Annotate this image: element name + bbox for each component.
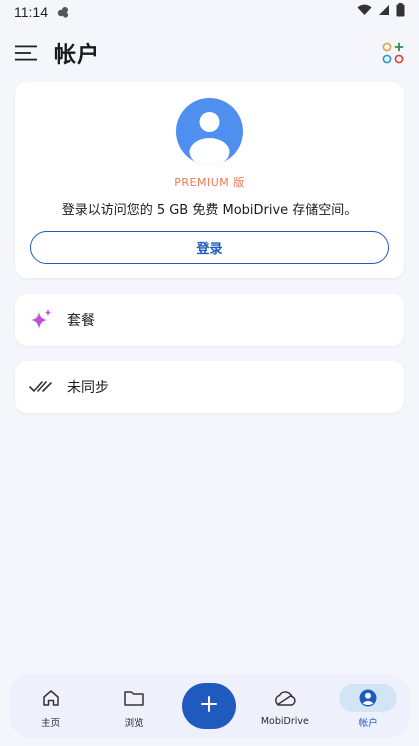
nav-home-label: 主页 <box>41 717 61 729</box>
login-button[interactable]: 登录 <box>30 231 389 264</box>
premium-label: PREMIUM 版 <box>174 176 245 189</box>
user-avatar-icon <box>176 98 243 165</box>
nav-browse[interactable]: 浏览 <box>99 678 169 734</box>
unsynced-row[interactable]: 未同步 <box>15 361 404 413</box>
login-description: 登录以访问您的 5 GB 免费 MobiDrive 存储空间。 <box>61 203 358 218</box>
account-card: PREMIUM 版 登录以访问您的 5 GB 免费 MobiDrive 存储空间… <box>15 82 404 278</box>
battery-icon <box>396 3 405 21</box>
wifi-icon <box>357 4 372 20</box>
add-button[interactable] <box>182 683 237 729</box>
nav-home[interactable]: 主页 <box>16 678 86 734</box>
app-notification-icon <box>56 5 70 19</box>
bottom-navigation: 主页 浏览 MobiDrive 帐户 <box>9 674 410 738</box>
sparkle-icon <box>29 308 53 332</box>
plans-label: 套餐 <box>67 313 95 329</box>
account-circle-icon <box>339 683 398 712</box>
nav-mobidrive-label: MobiDrive <box>260 716 309 727</box>
app-bar: 帐户 <box>0 30 419 76</box>
home-icon <box>31 684 71 712</box>
hamburger-menu-icon[interactable] <box>14 41 38 65</box>
nav-account-label: 帐户 <box>358 717 378 729</box>
plus-icon <box>199 694 219 718</box>
cloud-icon <box>265 685 305 713</box>
double-check-icon <box>29 375 53 399</box>
plans-row[interactable]: 套餐 <box>15 294 404 346</box>
apps-add-icon[interactable] <box>381 41 405 65</box>
page-title: 帐户 <box>54 43 101 68</box>
status-time: 11:14 <box>14 4 48 20</box>
status-bar: 11:14 <box>0 0 419 24</box>
signal-icon <box>378 4 390 20</box>
nav-mobidrive[interactable]: MobiDrive <box>250 678 320 734</box>
folder-icon <box>114 684 154 712</box>
nav-account[interactable]: 帐户 <box>333 678 403 734</box>
unsynced-label: 未同步 <box>67 380 109 396</box>
nav-browse-label: 浏览 <box>124 717 144 729</box>
